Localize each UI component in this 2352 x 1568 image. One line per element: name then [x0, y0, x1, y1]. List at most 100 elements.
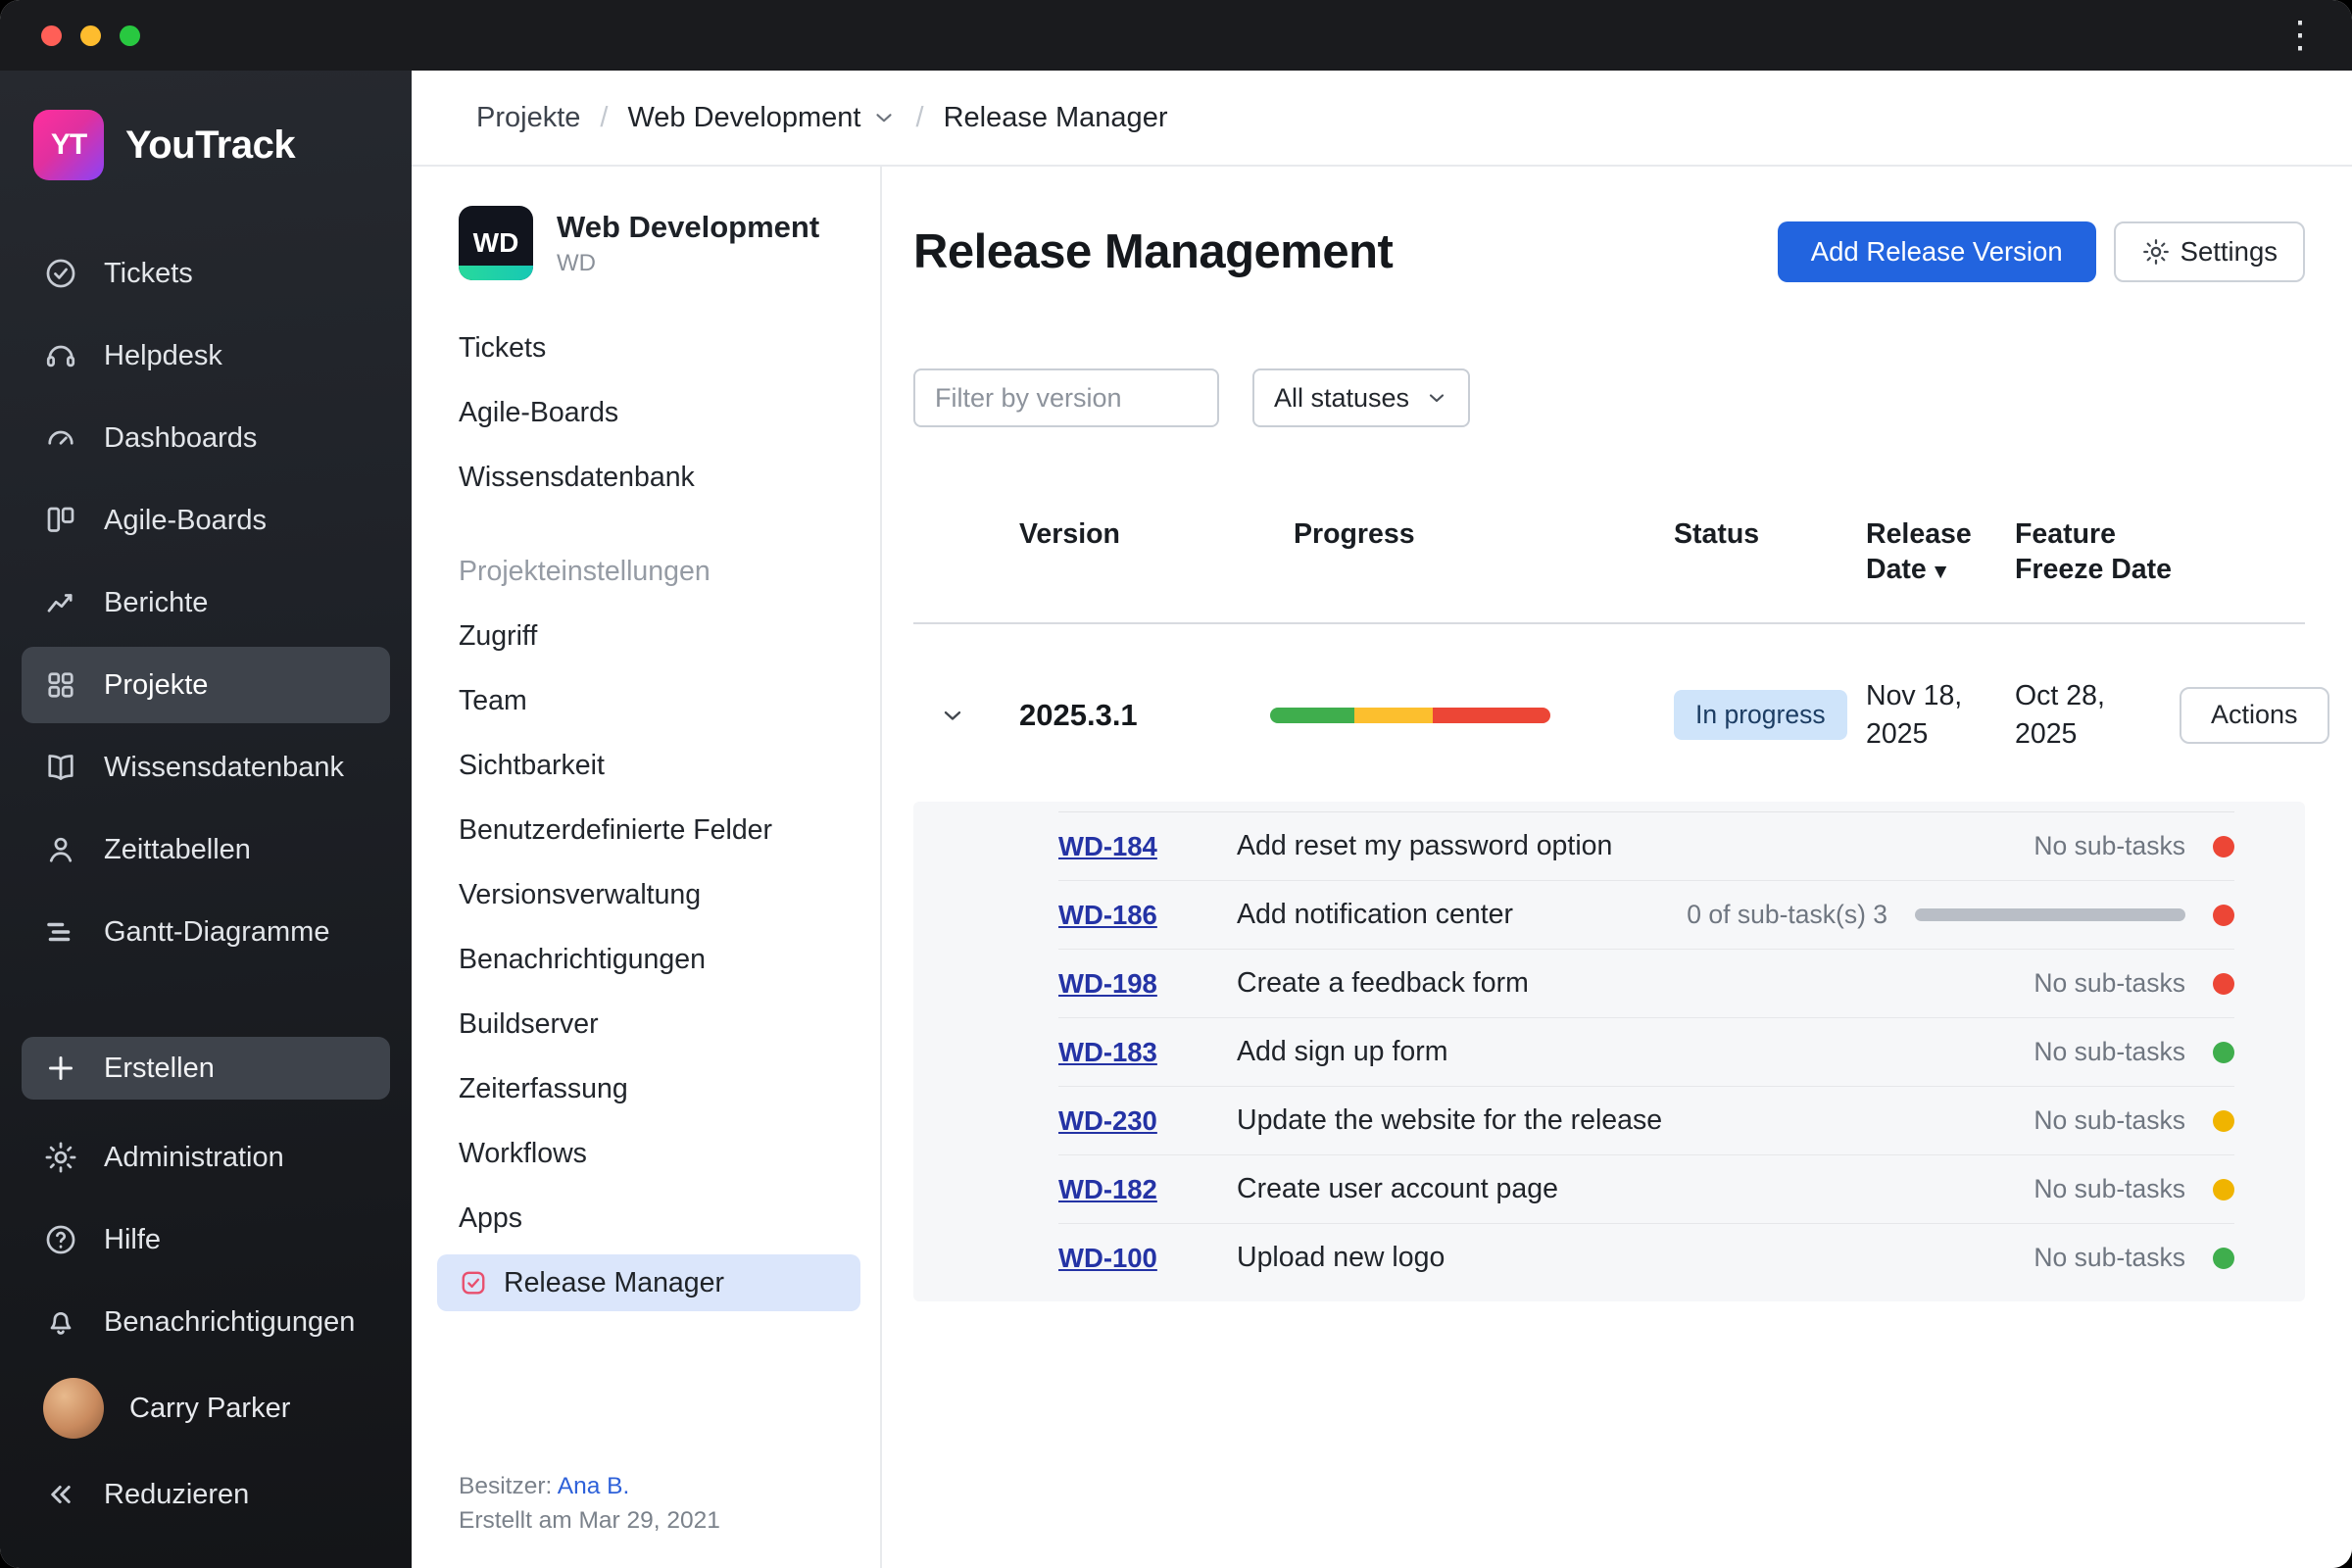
- subtask-row: WD-182 Create user account page No sub-t…: [1058, 1154, 2234, 1223]
- status-badge: In progress: [1674, 690, 1847, 741]
- status-filter-select[interactable]: All statuses: [1252, 368, 1471, 427]
- gear-icon: [2142, 239, 2169, 265]
- issue-link[interactable]: WD-230: [1058, 1105, 1215, 1137]
- issue-link[interactable]: WD-198: [1058, 968, 1215, 1000]
- sidebar-item-administration[interactable]: Administration: [22, 1119, 390, 1196]
- minimize-window-button[interactable]: [80, 24, 101, 46]
- board-columns-icon: [47, 507, 74, 532]
- sidebar-item-hilfe[interactable]: Hilfe: [22, 1201, 390, 1278]
- issue-summary: Add reset my password option: [1237, 830, 1613, 862]
- actions-button[interactable]: Actions: [2180, 686, 2329, 744]
- breadcrumb-projekte[interactable]: Projekte: [476, 102, 580, 134]
- issue-summary: Update the website for the release: [1237, 1104, 1663, 1137]
- status-dot: [2213, 835, 2234, 858]
- app-name: YouTrack: [125, 122, 296, 167]
- sidebar-item-label: Tickets: [104, 257, 193, 289]
- kebab-menu-icon[interactable]: ⋮: [2281, 17, 2352, 54]
- chevron-down-icon: [944, 710, 961, 720]
- header-version: Version: [1019, 518, 1120, 550]
- issue-summary: Add notification center: [1237, 899, 1514, 931]
- sidebar-item-helpdesk[interactable]: Helpdesk: [22, 318, 390, 394]
- release-date: Nov 18, 2025: [1866, 680, 1963, 750]
- checkbox-icon: [462, 1271, 485, 1295]
- breadcrumb-project-dropdown[interactable]: Web Development: [627, 102, 896, 134]
- subtask-count: No sub-tasks: [2034, 1174, 2185, 1204]
- plus-icon: [49, 1056, 73, 1080]
- progress-segment-red: [1432, 707, 1550, 723]
- create-button[interactable]: Erstellen: [22, 1037, 390, 1100]
- header-status: Status: [1674, 518, 1760, 550]
- project-owner-block: Besitzer: Ana B. Erstellt am Mar 29, 202…: [459, 1440, 845, 1539]
- status-dot: [2213, 1178, 2234, 1200]
- main-content: Release Management Add Release Version S…: [882, 167, 2352, 1568]
- breadcrumb: Projekte / Web Development / Release Man…: [412, 71, 2352, 167]
- youtrack-logo: YT: [33, 110, 104, 180]
- sidebar-collapse[interactable]: Reduzieren: [22, 1456, 390, 1533]
- version-filter-input[interactable]: [913, 368, 1219, 427]
- issue-link[interactable]: WD-183: [1058, 1037, 1215, 1068]
- subtask-row: WD-186 Add notification center 0 of sub-…: [1058, 880, 2234, 949]
- project-created-text: Erstellt am Mar 29, 2021: [459, 1507, 720, 1535]
- person-icon: [49, 837, 73, 862]
- gantt-bars-icon: [47, 922, 71, 942]
- user-menu[interactable]: Carry Parker: [22, 1366, 390, 1450]
- status-dot: [2213, 904, 2234, 926]
- sidebar-item-zeittabellen[interactable]: Zeittabellen: [22, 811, 390, 888]
- sidebar-item-agile-boards[interactable]: Agile-Boards: [22, 482, 390, 559]
- progress-segment-green: [1270, 707, 1354, 723]
- breadcrumb-separator: /: [600, 101, 609, 133]
- settings-item-label: Release Manager: [504, 1266, 724, 1298]
- zoom-window-button[interactable]: [120, 24, 140, 46]
- settings-item-buildserver[interactable]: Buildserver: [459, 992, 845, 1056]
- issue-link[interactable]: WD-186: [1058, 900, 1215, 931]
- user-avatar: [43, 1378, 104, 1439]
- add-release-version-button[interactable]: Add Release Version: [1777, 221, 2096, 282]
- issue-link[interactable]: WD-184: [1058, 831, 1215, 862]
- sidebar-item-label: Agile-Boards: [104, 504, 268, 536]
- double-chevron-left-icon: [51, 1486, 71, 1503]
- settings-button-label: Settings: [2180, 236, 2278, 267]
- project-header: WD Web Development WD: [459, 206, 845, 280]
- project-settings-section-label: Projekteinstellungen: [459, 555, 710, 587]
- settings-item-apps[interactable]: Apps: [459, 1186, 845, 1250]
- settings-item-benachrichtigungen[interactable]: Benachrichtigungen: [459, 927, 845, 992]
- sidebar-bottom: Erstellen Administration Hilfe Benachric…: [22, 1037, 390, 1533]
- subtask-count: No sub-tasks: [2034, 1037, 2185, 1067]
- settings-item-workflows[interactable]: Workflows: [459, 1121, 845, 1186]
- sidebar-item-projekte[interactable]: Projekte: [22, 647, 390, 723]
- project-key: WD: [557, 249, 596, 276]
- subtask-panel: WD-184 Add reset my password option No s…: [913, 802, 2305, 1302]
- issue-link[interactable]: WD-100: [1058, 1243, 1215, 1274]
- sidebar-item-label: Benachrichtigungen: [104, 1305, 356, 1338]
- sidebar-item-gantt[interactable]: Gantt-Diagramme: [22, 894, 390, 970]
- owner-link[interactable]: Ana B.: [558, 1473, 630, 1499]
- freeze-date: Oct 28, 2025: [2015, 680, 2105, 750]
- header-release-date[interactable]: Release Date ▼: [1866, 517, 2015, 587]
- app-sidebar: YT YouTrack Tickets Helpdesk Dashboards: [0, 71, 412, 1568]
- breadcrumb-project-label: Web Development: [627, 101, 861, 133]
- project-nav-tickets[interactable]: Tickets: [459, 316, 845, 380]
- settings-item-benutzerdefinierte-felder[interactable]: Benutzerdefinierte Felder: [459, 798, 845, 862]
- brand-row[interactable]: YT YouTrack: [22, 71, 390, 180]
- project-avatar: WD: [459, 206, 533, 280]
- headset-icon: [46, 345, 75, 368]
- sidebar-item-tickets[interactable]: Tickets: [22, 235, 390, 312]
- project-nav-wissensdatenbank[interactable]: Wissensdatenbank: [459, 445, 845, 510]
- settings-item-sichtbarkeit[interactable]: Sichtbarkeit: [459, 733, 845, 798]
- sidebar-item-benachrichtigungen[interactable]: Benachrichtigungen: [22, 1284, 390, 1360]
- collapse-release-button[interactable]: [929, 692, 976, 739]
- status-dot: [2213, 1247, 2234, 1269]
- sidebar-item-wissensdatenbank[interactable]: Wissensdatenbank: [22, 729, 390, 806]
- settings-item-team[interactable]: Team: [459, 668, 845, 733]
- settings-item-release-manager[interactable]: Release Manager: [437, 1254, 860, 1311]
- close-window-button[interactable]: [41, 24, 62, 46]
- sidebar-item-dashboards[interactable]: Dashboards: [22, 400, 390, 476]
- sidebar-item-berichte[interactable]: Berichte: [22, 564, 390, 641]
- subtask-count: 0 of sub-task(s) 3: [1687, 900, 1887, 930]
- settings-item-zeiterfassung[interactable]: Zeiterfassung: [459, 1056, 845, 1121]
- settings-item-zugriff[interactable]: Zugriff: [459, 604, 845, 668]
- issue-link[interactable]: WD-182: [1058, 1174, 1215, 1205]
- settings-item-versionsverwaltung[interactable]: Versionsverwaltung: [459, 862, 845, 927]
- project-nav-agile-boards[interactable]: Agile-Boards: [459, 380, 845, 445]
- settings-button[interactable]: Settings: [2113, 221, 2305, 282]
